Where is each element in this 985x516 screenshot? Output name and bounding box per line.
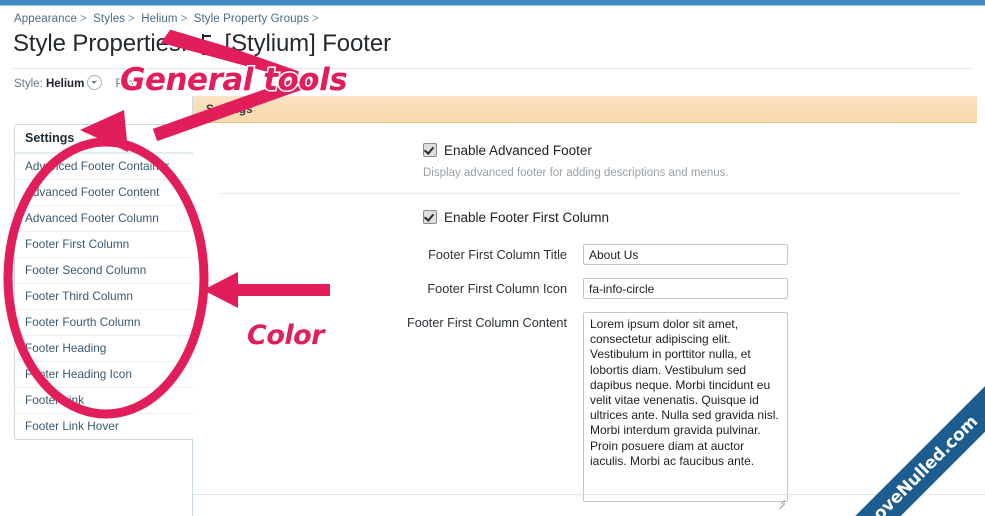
enable-footer-first-column-label: Enable Footer First Column — [444, 210, 610, 225]
enable-footer-first-column-checkbox[interactable] — [423, 210, 437, 224]
sidebar-item-footer-third-column[interactable]: Footer Third Column — [15, 283, 193, 309]
breadcrumb: Appearance > Styles > Helium > Style Proper… — [14, 13, 322, 25]
breadcrumb-separator: > — [80, 13, 87, 25]
field-label: Footer First Column Icon — [427, 282, 567, 296]
tab-strip: Settings — [193, 96, 977, 123]
sidebar-item-footer-first-column[interactable]: Footer First Column — [15, 231, 193, 257]
tab-settings[interactable]: Settings — [206, 102, 253, 116]
settings-form: Enable Advanced Footer Display advanced … — [193, 123, 985, 510]
enable-advanced-footer-row: Enable Advanced Footer — [193, 142, 985, 160]
field-label: Footer First Column Title — [428, 248, 567, 262]
chevron-down-circle-icon[interactable] — [87, 75, 103, 90]
main-content: Settings Enable Advanced Footer Display … — [193, 96, 985, 516]
enable-footer-first-column-row: Enable Footer First Column — [193, 209, 985, 227]
breadcrumb-separator: > — [311, 13, 319, 25]
breadcrumb-item-style-property-groups[interactable]: Style Property Groups — [194, 13, 309, 25]
sidebar-item-footer-link[interactable]: Footer Link — [15, 387, 193, 413]
annotation-general-tools: General tools — [118, 61, 349, 100]
sidebar-item-advanced-footer-column[interactable]: Advanced Footer Column — [15, 205, 193, 231]
breadcrumb-separator: > — [180, 13, 188, 25]
page-title: Style Properties: [Stylium] Footer — [13, 30, 391, 58]
content-bottom-divider — [193, 494, 985, 495]
sidebar-item-footer-fourth-column[interactable]: Footer Fourth Column — [15, 309, 193, 335]
textarea-wrapper — [583, 312, 788, 510]
enable-advanced-footer-checkbox[interactable] — [423, 143, 437, 157]
footer-first-column-title-input[interactable] — [583, 244, 788, 265]
breadcrumb-item-helium[interactable]: Helium — [141, 13, 177, 25]
top-accent-bar-edge — [0, 5, 985, 6]
sidebar-header: Settings — [15, 125, 193, 153]
sidebar-item-footer-heading-icon[interactable]: Footer Heading Icon — [15, 361, 193, 387]
breadcrumb-item-appearance[interactable]: Appearance — [14, 13, 77, 25]
field-footer-first-column-icon: Footer First Column Icon — [193, 278, 985, 299]
breadcrumb-separator: > — [128, 13, 135, 25]
style-property-group-icon — [198, 33, 214, 55]
section-divider — [220, 193, 960, 194]
enable-advanced-footer-label: Enable Advanced Footer — [444, 143, 592, 158]
sidebar-item-advanced-footer-container[interactable]: Advanced Footer Container — [15, 153, 193, 179]
page-title-prefix: Style Properties: — [13, 30, 188, 57]
footer-first-column-content-textarea[interactable] — [583, 312, 788, 502]
annotation-color: Color — [246, 319, 326, 353]
footer-first-column-icon-input[interactable] — [583, 278, 788, 299]
enable-advanced-footer-help: Display advanced footer for adding descr… — [423, 167, 729, 179]
page-title-name: [Stylium] Footer — [224, 30, 392, 57]
sidebar-nav: Settings Advanced Footer Container Advan… — [14, 124, 194, 440]
style-label: Style: — [14, 78, 43, 90]
breadcrumb-item-styles[interactable]: Styles — [93, 13, 125, 25]
style-value[interactable]: Helium — [46, 78, 84, 90]
sidebar-item-footer-heading[interactable]: Footer Heading — [15, 335, 193, 361]
field-footer-first-column-title: Footer First Column Title — [193, 244, 985, 265]
sidebar-item-footer-link-hover[interactable]: Footer Link Hover — [15, 413, 193, 439]
sidebar-item-footer-second-column[interactable]: Footer Second Column — [15, 257, 193, 283]
sidebar-item-advanced-footer-content[interactable]: Advanced Footer Content — [15, 179, 193, 205]
